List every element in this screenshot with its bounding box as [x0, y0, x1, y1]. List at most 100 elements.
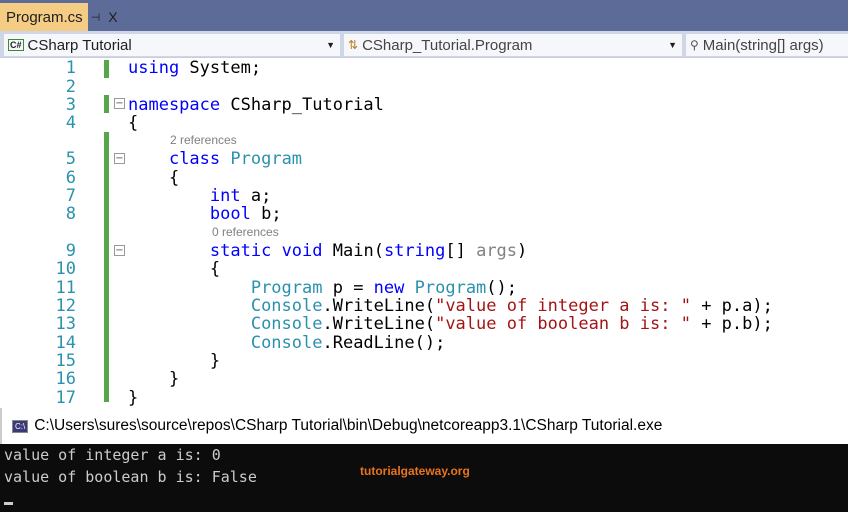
tab-program-cs[interactable]: Program.cs ⊣ X: [0, 3, 118, 31]
change-marker: [104, 95, 109, 113]
console-output-line: value of boolean b is: False: [4, 468, 257, 486]
code-token: b;: [250, 204, 282, 224]
code-token: a;: [240, 186, 272, 206]
code-line[interactable]: Console.ReadLine();: [128, 333, 445, 353]
code-line[interactable]: class Program: [128, 149, 302, 169]
watermark: tutorialgateway.org: [360, 464, 470, 478]
code-line[interactable]: }: [128, 369, 179, 389]
project-label: CSharp Tutorial: [27, 36, 132, 54]
codelens-references[interactable]: 0 references: [212, 225, 279, 239]
line-number: 11: [55, 278, 76, 298]
code-token: Console: [250, 314, 323, 334]
code-token: Program: [230, 149, 303, 169]
console-title-bar: C:\ C:\Users\sures\source\repos\CSharp T…: [0, 408, 848, 444]
code-token: void: [281, 241, 323, 261]
line-number: 14: [55, 333, 76, 353]
project-dropdown[interactable]: C# CSharp Tutorial ▼: [3, 33, 341, 57]
code-token: System;: [179, 58, 262, 78]
line-number: 15: [55, 351, 76, 371]
code-token: ();: [486, 278, 518, 298]
code-token: Main(: [322, 241, 384, 261]
line-number: 8: [65, 204, 76, 224]
collapse-icon[interactable]: −: [114, 245, 125, 256]
code-line[interactable]: {: [128, 168, 179, 188]
code-token: + p.a);: [690, 296, 773, 316]
code-line[interactable]: static void Main(string[] args): [128, 241, 527, 261]
code-token: using: [128, 58, 180, 78]
code-token: {: [128, 168, 180, 188]
code-editor[interactable]: − − − 2 references 0 references 1 using S…: [0, 58, 848, 408]
code-line[interactable]: Console.WriteLine("value of boolean b is…: [128, 314, 773, 334]
document-tab-bar: Program.cs ⊣ X: [0, 0, 848, 31]
line-number: 6: [65, 168, 76, 188]
code-token: Console: [250, 296, 323, 316]
navigation-bar: C# CSharp Tutorial ▼ ⇅ CSharp_Tutorial.P…: [0, 31, 848, 58]
console-output-line: value of integer a is: 0: [4, 446, 221, 464]
collapse-icon[interactable]: −: [114, 153, 125, 164]
code-token: Program: [250, 278, 323, 298]
code-line[interactable]: }: [128, 351, 220, 371]
console-title: C:\Users\sures\source\repos\CSharp Tutor…: [34, 417, 663, 434]
code-line[interactable]: bool b;: [128, 204, 282, 224]
code-token: args: [476, 241, 518, 261]
code-line[interactable]: int a;: [128, 186, 271, 206]
code-token: int: [209, 186, 241, 206]
class-icon: ⇅: [348, 38, 359, 52]
line-number: 17: [55, 388, 76, 408]
console-window: C:\ C:\Users\sures\source\repos\CSharp T…: [0, 408, 848, 512]
console-icon: C:\: [12, 419, 29, 433]
change-marker: [104, 60, 109, 78]
code-line[interactable]: Console.WriteLine("value of integer a is…: [128, 296, 773, 316]
change-marker: [104, 132, 109, 402]
code-token: }: [128, 369, 180, 389]
line-number: 4: [65, 113, 76, 133]
class-dropdown[interactable]: ⇅ CSharp_Tutorial.Program ▼: [343, 33, 683, 57]
code-token: new: [373, 278, 405, 298]
code-token: p =: [322, 278, 374, 298]
code-token: bool: [209, 204, 251, 224]
code-token: }: [128, 351, 221, 371]
codelens-references[interactable]: 2 references: [170, 133, 237, 147]
chevron-down-icon: ▼: [326, 40, 335, 50]
line-number: 1: [65, 58, 76, 78]
code-token: namespace: [128, 95, 221, 115]
code-line[interactable]: namespace CSharp_Tutorial: [128, 95, 384, 115]
code-token: .WriteLine(: [322, 296, 436, 316]
class-label: CSharp_Tutorial.Program: [362, 36, 533, 54]
code-line[interactable]: {: [128, 259, 220, 279]
csharp-project-icon: C#: [8, 39, 24, 51]
line-number: 16: [55, 369, 76, 389]
console-cursor: [4, 502, 13, 505]
code-token: class: [168, 149, 221, 169]
code-token: .ReadLine();: [322, 333, 446, 353]
line-number: 13: [55, 314, 76, 334]
code-token: static: [209, 241, 272, 261]
close-icon[interactable]: X: [108, 9, 117, 25]
code-line[interactable]: Program p = new Program();: [128, 278, 517, 298]
code-token: + p.b);: [690, 314, 773, 334]
member-dropdown[interactable]: ⚲ Main(string[] args): [685, 33, 848, 57]
collapse-icon[interactable]: −: [114, 98, 125, 109]
code-line[interactable]: using System;: [128, 58, 261, 78]
code-token: {: [128, 113, 139, 133]
code-token: []: [445, 241, 477, 261]
line-number: 9: [65, 241, 76, 261]
code-line[interactable]: }: [128, 388, 138, 408]
code-line[interactable]: {: [128, 113, 138, 133]
code-token: ): [517, 241, 528, 261]
code-token: Console: [250, 333, 323, 353]
line-number: 10: [55, 259, 76, 279]
pin-icon[interactable]: ⊣: [91, 11, 101, 24]
code-token: CSharp_Tutorial: [220, 95, 384, 115]
line-number: 2: [65, 77, 76, 97]
tab-title: Program.cs: [6, 8, 83, 26]
